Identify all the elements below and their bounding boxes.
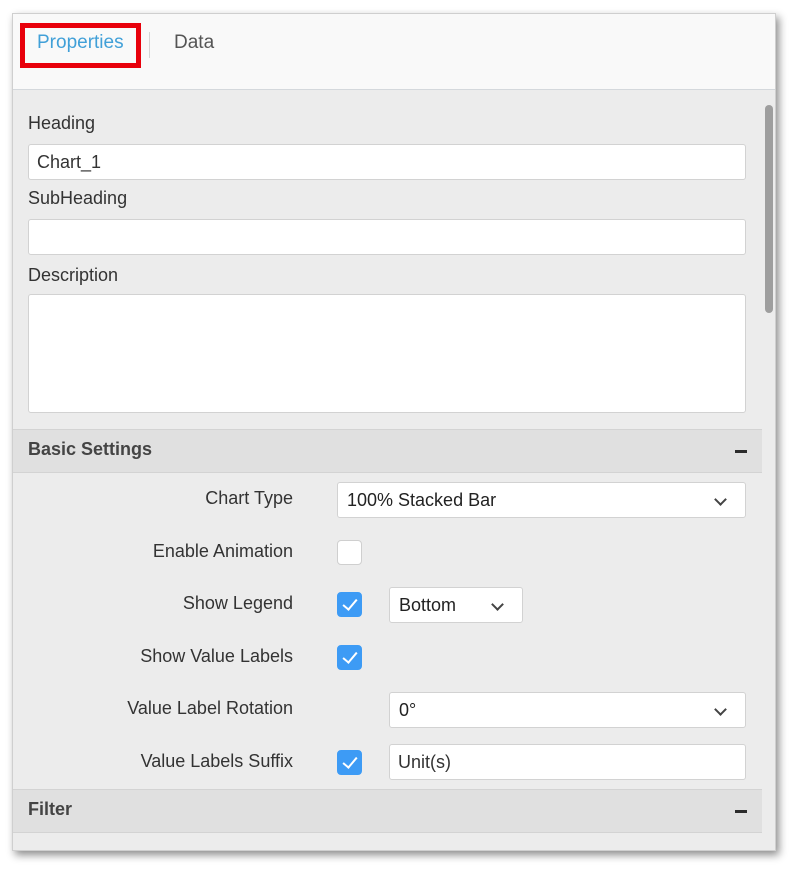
chevron-down-icon <box>714 493 727 506</box>
scrollbar[interactable] <box>761 91 775 850</box>
value-label-rotation-label: Value Label Rotation <box>127 698 293 718</box>
filter-title: Filter <box>28 799 73 819</box>
subheading-label: SubHeading <box>28 188 128 208</box>
heading-input[interactable] <box>28 144 746 180</box>
value-labels-suffix-label: Value Labels Suffix <box>140 751 293 771</box>
scrollbar-thumb[interactable] <box>765 105 773 313</box>
enable-animation-checkbox[interactable] <box>337 540 362 565</box>
value-label-rotation-select[interactable]: 0° <box>389 692 746 728</box>
chart-type-value: 100% Stacked Bar <box>347 490 497 510</box>
chevron-down-icon <box>714 703 727 716</box>
legend-position-select[interactable]: Bottom <box>389 587 523 623</box>
filter-header[interactable]: Filter <box>13 789 762 833</box>
tab-bar: Properties Data <box>13 14 775 90</box>
chevron-down-icon <box>491 598 504 611</box>
tab-data[interactable]: Data <box>174 28 214 58</box>
value-label-rotation-value: 0° <box>399 700 417 720</box>
basic-settings-title: Basic Settings <box>28 439 153 459</box>
tab-divider <box>149 32 150 58</box>
properties-panel: Properties Data Heading SubHeading Descr… <box>12 13 776 851</box>
value-labels-suffix-input[interactable] <box>389 744 746 780</box>
show-legend-label: Show Legend <box>182 593 293 613</box>
show-value-labels-checkbox[interactable] <box>337 645 362 670</box>
legend-position-value: Bottom <box>399 595 457 615</box>
minus-icon[interactable] <box>735 450 747 453</box>
heading-label: Heading <box>28 113 96 133</box>
basic-settings-header[interactable]: Basic Settings <box>13 429 762 473</box>
tab-properties[interactable]: Properties <box>37 28 124 58</box>
properties-content: Heading SubHeading Description Basic Set… <box>13 91 763 850</box>
chart-type-label: Chart Type <box>205 488 293 508</box>
enable-animation-label: Enable Animation <box>152 541 293 561</box>
value-labels-suffix-checkbox[interactable] <box>337 750 362 775</box>
description-textarea[interactable] <box>28 294 746 413</box>
minus-icon[interactable] <box>735 810 747 813</box>
show-legend-checkbox[interactable] <box>337 592 362 617</box>
chart-type-select[interactable]: 100% Stacked Bar <box>337 482 746 518</box>
show-value-labels-label: Show Value Labels <box>140 646 293 666</box>
description-label: Description <box>28 265 119 285</box>
subheading-input[interactable] <box>28 219 746 255</box>
